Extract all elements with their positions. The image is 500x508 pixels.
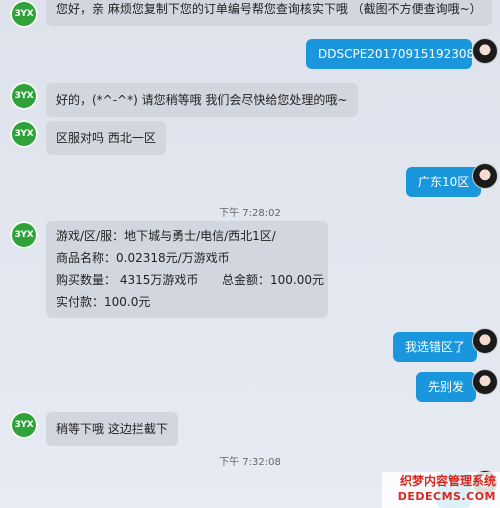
user-avatar — [472, 328, 498, 354]
order-game-line: 游戏/区/服：地下城与勇士/电信/西北1区/ — [56, 229, 276, 243]
order-details-message: 游戏/区/服：地下城与勇士/电信/西北1区/ 商品名称：0.02318元/万游戏… — [46, 221, 328, 318]
user-avatar — [472, 163, 498, 189]
order-product-line: 商品名称：0.02318元/万游戏币 — [56, 251, 230, 265]
support-avatar: 3YX — [10, 82, 38, 110]
user-message: 广东10区 — [406, 167, 482, 197]
support-message: 稍等下哦 这边拦截下 — [46, 412, 178, 446]
order-total-label: 总金额：100.00元 — [222, 273, 324, 287]
support-message: 您好，亲 麻烦您复制下您的订单编号帮您查询核实下哦 （截图不方便查询哦~） — [46, 0, 492, 26]
user-avatar — [472, 369, 498, 395]
support-message: 好的，(*^-^*) 请您稍等哦 我们会尽快给您处理的哦~ — [46, 83, 358, 117]
timestamp: 下午 7:28:02 — [219, 208, 281, 219]
support-avatar: 3YX — [10, 0, 38, 28]
order-paid-line: 实付款：100.0元 — [56, 295, 151, 309]
support-message: 区服对吗 西北一区 — [46, 121, 166, 155]
support-avatar: 3YX — [10, 411, 38, 439]
watermark: 织梦内容管理系统 DEDECMS.COM — [382, 472, 500, 508]
user-message: 先别发 — [416, 372, 477, 402]
chat-window: 3YX 您好，亲 麻烦您复制下您的订单编号帮您查询核实下哦 （截图不方便查询哦~… — [0, 0, 500, 508]
user-message-order-id: DDSCPE20170915192308​7 — [306, 39, 482, 69]
user-message: 我选错区了 — [393, 332, 478, 362]
timestamp: 下午 7:32:08 — [219, 457, 281, 468]
user-avatar — [472, 38, 498, 64]
watermark-line1: 织梦内容管理系统 — [399, 474, 496, 488]
support-avatar: 3YX — [10, 221, 38, 249]
watermark-line2: DEDECMS.COM — [397, 490, 496, 503]
order-quantity-line: 购买数量： 4315万游戏币 总金额：100.00元 — [56, 269, 324, 291]
support-avatar: 3YX — [10, 120, 38, 148]
